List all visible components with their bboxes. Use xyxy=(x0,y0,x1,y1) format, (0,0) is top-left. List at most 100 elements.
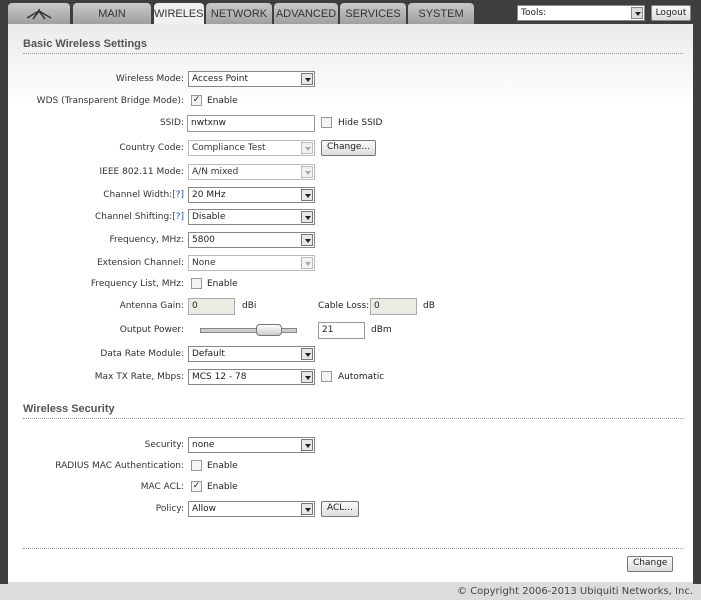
ubiquiti-logo-icon xyxy=(26,9,52,20)
chevron-down-icon xyxy=(301,142,313,154)
extension-channel-label: Extension Channel: xyxy=(96,258,184,268)
tab-services[interactable]: SERVICES xyxy=(340,3,406,24)
country-code-label: Country Code: xyxy=(119,143,184,153)
antenna-gain-input[interactable]: 0 xyxy=(188,298,235,315)
wireless-mode-select[interactable]: Access Point xyxy=(188,71,315,87)
extension-channel-select[interactable]: None xyxy=(188,255,315,271)
policy-label: Policy: xyxy=(155,504,184,514)
mac-acl-checkbox[interactable]: ✓ xyxy=(191,481,202,492)
ssid-label: SSID: xyxy=(159,118,184,128)
row-ssid: SSID: nwtxnw Hide SSID xyxy=(8,115,693,133)
chevron-down-icon xyxy=(301,257,313,269)
channel-shifting-help-link[interactable]: [?] xyxy=(172,212,184,222)
acl-button[interactable]: ACL... xyxy=(321,501,359,517)
chevron-down-icon xyxy=(301,189,313,201)
copyright: © Copyright 2006-2013 Ubiquiti Networks,… xyxy=(457,586,693,597)
logout-button[interactable]: Logout xyxy=(651,5,691,21)
hide-ssid-checkbox[interactable] xyxy=(321,117,332,128)
frequency-list-checkbox[interactable] xyxy=(191,278,202,289)
policy-value: Allow xyxy=(192,504,217,514)
section-title-security: Wireless Security xyxy=(23,403,683,419)
automatic-checkbox[interactable] xyxy=(321,371,332,382)
frequency-select[interactable]: 5800 xyxy=(188,232,315,248)
automatic-label: Automatic xyxy=(338,372,385,382)
radius-checkbox[interactable] xyxy=(191,460,202,471)
top-nav: MAIN WIRELESS NETWORK ADVANCED SERVICES … xyxy=(0,0,701,25)
row-frequency-list: Frequency List, MHz: Enable xyxy=(8,276,693,294)
row-extension-channel: Extension Channel: None xyxy=(8,255,693,273)
row-wds: WDS (Transparent Bridge Mode): ✓ Enable xyxy=(8,93,693,111)
ssid-input[interactable]: nwtxnw xyxy=(187,115,315,132)
row-data-rate: Data Rate Module: Default xyxy=(8,346,693,364)
wds-label: WDS (Transparent Bridge Mode): xyxy=(36,96,184,106)
channel-shifting-select[interactable]: Disable xyxy=(188,209,315,225)
max-tx-value: MCS 12 - 78 xyxy=(192,372,247,382)
country-change-button[interactable]: Change... xyxy=(321,140,377,156)
ieee-mode-select[interactable]: A/N mixed xyxy=(188,164,315,180)
channel-shifting-text: Channel Shifting: xyxy=(94,212,173,222)
antenna-gain-label: Antenna Gain: xyxy=(119,301,184,311)
cable-loss-label: Cable Loss: xyxy=(318,301,370,311)
row-security: Security: none xyxy=(8,437,693,455)
ieee-mode-label: IEEE 802.11 Mode: xyxy=(99,167,184,177)
slider-thumb[interactable] xyxy=(256,324,283,336)
tab-wireless[interactable]: WIRELESS xyxy=(154,3,211,25)
row-frequency: Frequency, MHz: 5800 xyxy=(8,232,693,250)
row-wireless-mode: Wireless Mode: Access Point xyxy=(8,71,693,89)
row-radius: RADIUS MAC Authentication: Enable xyxy=(8,458,693,476)
tab-system[interactable]: SYSTEM xyxy=(408,3,474,24)
row-antenna-gain: Antenna Gain: 0 dBi Cable Loss: 0 dB xyxy=(8,298,693,316)
tab-network[interactable]: NETWORK xyxy=(206,3,272,24)
channel-width-value: 20 MHz xyxy=(192,190,226,200)
security-label: Security: xyxy=(144,440,184,450)
output-power-input[interactable]: 21 xyxy=(318,322,365,339)
hide-ssid-label: Hide SSID xyxy=(338,118,383,128)
frame-left xyxy=(0,24,8,584)
data-rate-value: Default xyxy=(192,349,225,359)
wds-enable-label: Enable xyxy=(207,96,238,106)
policy-select[interactable]: Allow xyxy=(188,501,315,517)
chevron-down-icon xyxy=(301,439,313,451)
frame-right xyxy=(693,24,701,584)
ieee-mode-value: A/N mixed xyxy=(192,167,239,177)
mac-acl-enable-label: Enable xyxy=(207,482,238,492)
max-tx-select[interactable]: MCS 12 - 78 xyxy=(188,369,315,385)
radius-label: RADIUS MAC Authentication: xyxy=(55,461,184,471)
antenna-gain-unit: dBi xyxy=(242,301,257,311)
wireless-mode-value: Access Point xyxy=(192,74,249,84)
security-select[interactable]: none xyxy=(188,437,315,453)
radius-enable-label: Enable xyxy=(207,461,238,471)
channel-width-help-link[interactable]: [?] xyxy=(172,190,184,200)
change-button[interactable]: Change xyxy=(627,556,674,572)
extension-channel-value: None xyxy=(192,258,216,268)
row-channel-shifting: Channel Shifting:[?] Disable xyxy=(8,209,693,227)
data-rate-select[interactable]: Default xyxy=(188,346,315,362)
chevron-down-icon xyxy=(301,234,313,246)
logo-tab[interactable] xyxy=(8,3,70,24)
channel-width-select[interactable]: 20 MHz xyxy=(188,187,315,203)
chevron-down-icon xyxy=(631,7,643,19)
output-power-unit: dBm xyxy=(371,325,392,335)
chevron-down-icon xyxy=(301,166,313,178)
channel-shifting-value: Disable xyxy=(192,212,226,222)
cable-loss-input[interactable]: 0 xyxy=(370,298,417,315)
row-ieee-mode: IEEE 802.11 Mode: A/N mixed xyxy=(8,164,693,182)
row-mac-acl: MAC ACL: ✓ Enable xyxy=(8,479,693,497)
max-tx-label: Max TX Rate, Mbps: xyxy=(94,372,184,382)
output-power-label: Output Power: xyxy=(119,325,184,335)
country-code-select[interactable]: Compliance Test xyxy=(188,140,315,156)
row-country-code: Country Code: Compliance Test Change... xyxy=(8,140,693,158)
tab-advanced[interactable]: ADVANCED xyxy=(274,3,338,24)
wireless-mode-label: Wireless Mode: xyxy=(115,74,184,84)
wds-checkbox[interactable]: ✓ xyxy=(191,95,202,106)
chevron-down-icon xyxy=(301,211,313,223)
chevron-down-icon xyxy=(301,348,313,360)
tools-select[interactable]: Tools: xyxy=(517,5,645,21)
output-power-slider[interactable] xyxy=(200,324,297,336)
data-rate-label: Data Rate Module: xyxy=(100,349,184,359)
tab-main[interactable]: MAIN xyxy=(73,3,151,24)
channel-width-label: Channel Width:[?] xyxy=(103,190,184,200)
row-channel-width: Channel Width:[?] 20 MHz xyxy=(8,187,693,205)
tools-label: Tools: xyxy=(521,8,547,18)
frequency-label: Frequency, MHz: xyxy=(109,235,184,245)
